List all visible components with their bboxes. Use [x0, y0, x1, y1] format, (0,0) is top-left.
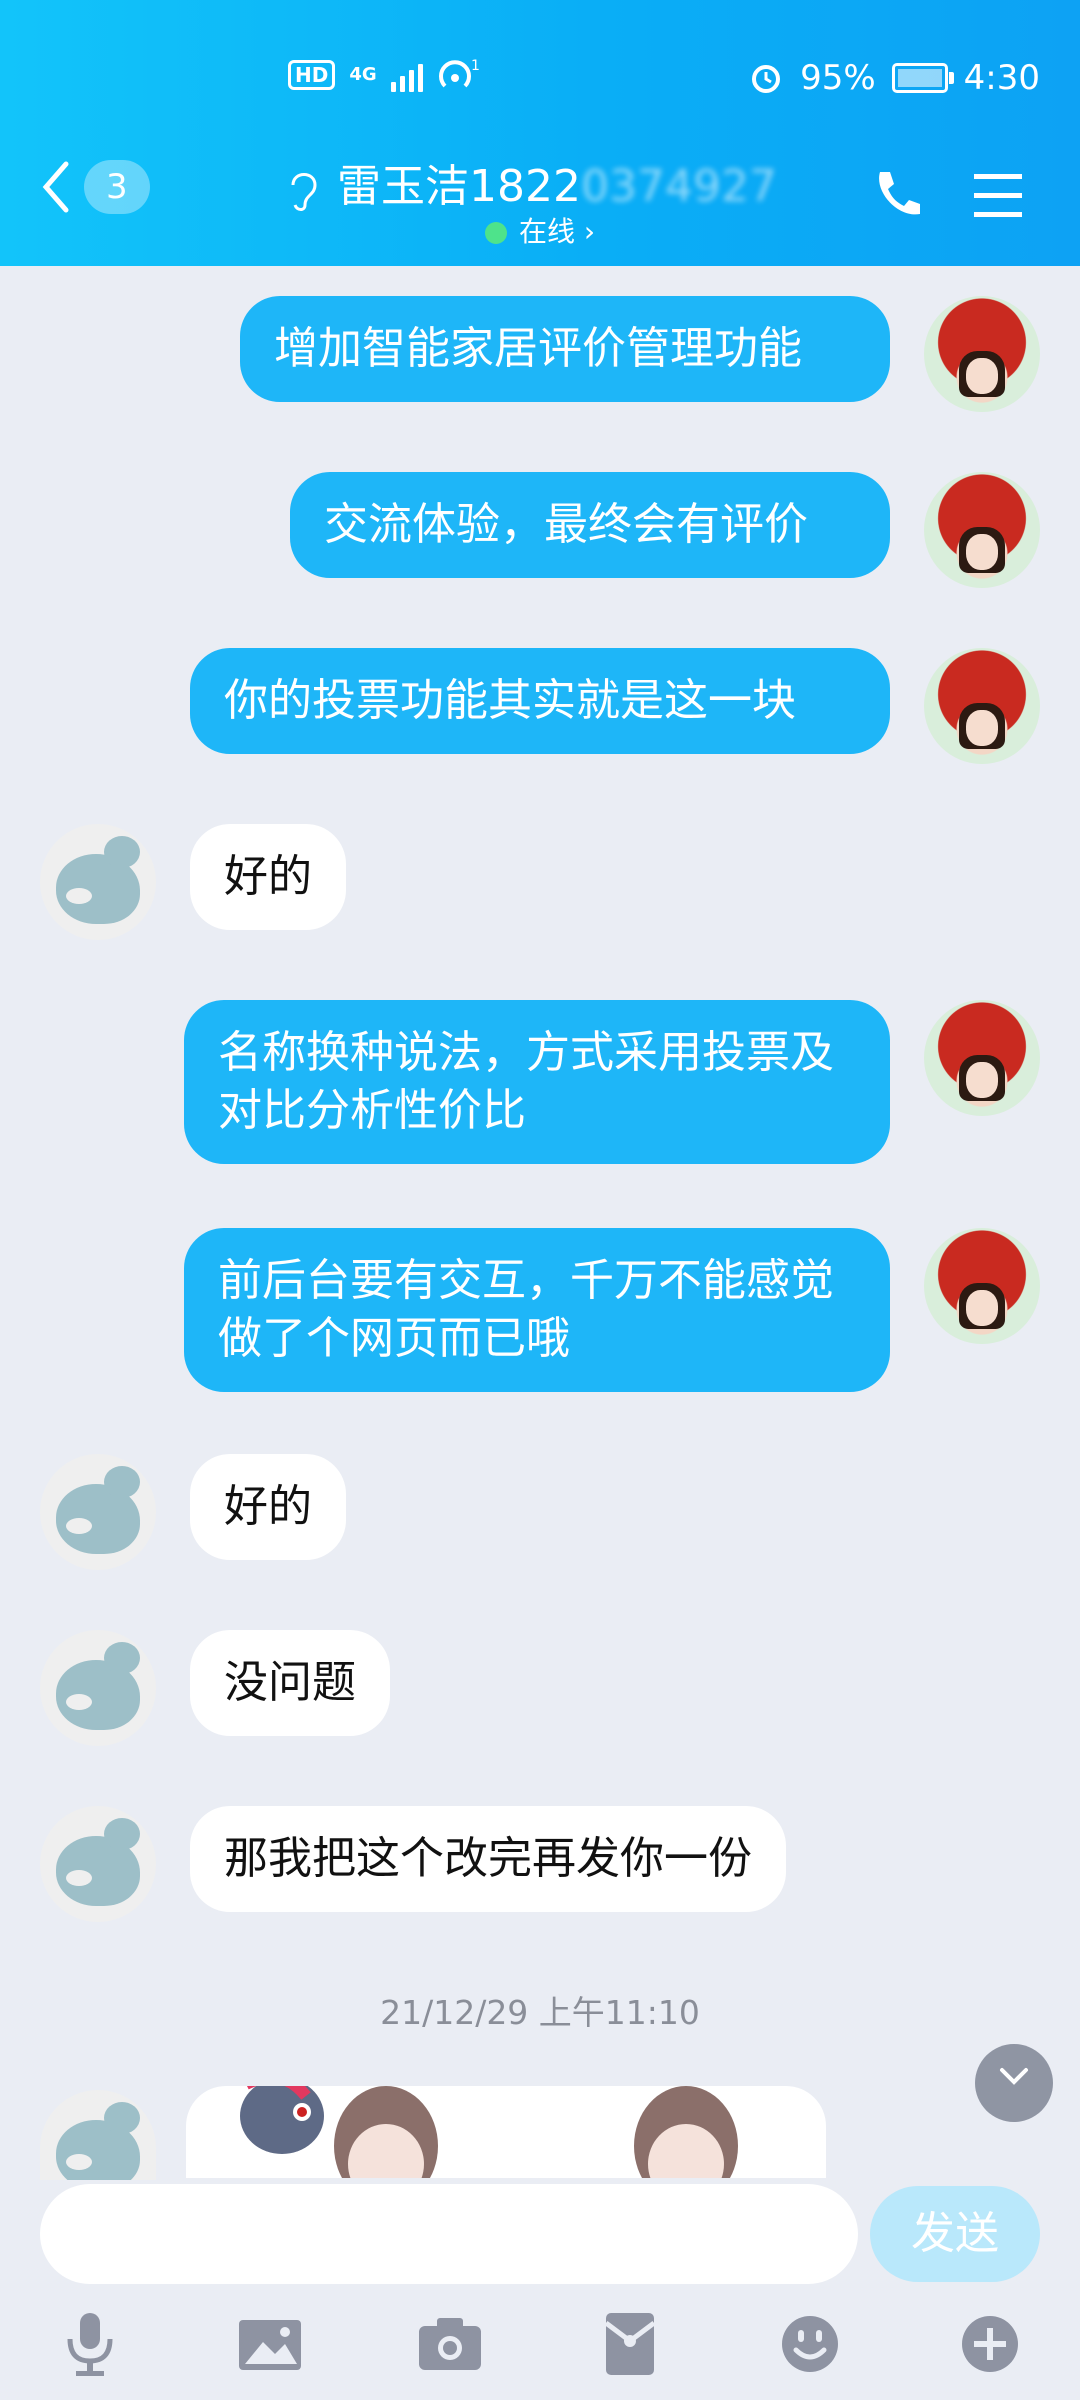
contact-avatar[interactable]	[40, 1806, 156, 1922]
network-type: 4G	[349, 64, 377, 85]
contact-name-obscured: 0374927	[581, 161, 777, 212]
message-bubble[interactable]: 交流体验，最终会有评价	[290, 472, 890, 578]
message-bubble[interactable]: 那我把这个改完再发你一份	[190, 1806, 786, 1912]
my-avatar[interactable]	[924, 648, 1040, 764]
ear-icon	[291, 173, 317, 211]
contact-avatar[interactable]	[40, 824, 156, 940]
chat-header: HD 4G 1 95% 4:30 3 雷玉洁18220374927 在线 ›	[0, 0, 1080, 266]
message-bubble[interactable]: 好的	[190, 1454, 346, 1560]
clock: 4:30	[963, 58, 1040, 98]
message-row: 前后台要有交互，千万不能感觉做了个网页而已哦	[0, 1228, 1080, 1398]
contact-name: 雷玉洁1822	[337, 161, 581, 212]
message-bubble[interactable]: 前后台要有交互，千万不能感觉做了个网页而已哦	[184, 1228, 890, 1392]
message-bubble[interactable]: 没问题	[190, 1630, 390, 1736]
contact-avatar[interactable]	[40, 1630, 156, 1746]
my-avatar[interactable]	[924, 1228, 1040, 1344]
battery-icon	[891, 63, 954, 93]
microphone-icon[interactable]	[50, 2304, 130, 2384]
image-icon[interactable]	[230, 2304, 310, 2384]
message-row: 交流体验，最终会有评价	[0, 472, 1080, 592]
message-row: 那我把这个改完再发你一份	[0, 1806, 1080, 1926]
message-bubble[interactable]: 好的	[190, 824, 346, 930]
contact-avatar[interactable]	[40, 1454, 156, 1570]
message-timestamp: 21/12/29 上午11:10	[380, 1993, 700, 2032]
red-packet-icon[interactable]	[590, 2304, 670, 2384]
svg-text:1: 1	[471, 58, 480, 74]
menu-icon[interactable]	[970, 170, 1026, 222]
hd-indicator: HD	[288, 60, 336, 90]
hotspot-icon: 1	[438, 58, 480, 88]
message-row: 增加智能家居评价管理功能	[0, 296, 1080, 416]
message-row: 好的	[0, 824, 1080, 944]
chevron-down-icon	[1000, 2068, 1028, 2085]
input-bar: 发送	[0, 2180, 1080, 2400]
plus-icon[interactable]	[950, 2304, 1030, 2384]
nav-bar: 3 雷玉洁18220374927 在线 ›	[0, 150, 1080, 260]
message-input[interactable]	[40, 2184, 858, 2284]
signal-icon	[390, 58, 423, 92]
emoji-icon[interactable]	[770, 2304, 850, 2384]
send-button[interactable]: 发送	[870, 2186, 1040, 2282]
my-avatar[interactable]	[924, 1000, 1040, 1116]
message-bubble[interactable]: 你的投票功能其实就是这一块	[190, 648, 890, 754]
message-bubble[interactable]: 增加智能家居评价管理功能	[240, 296, 890, 402]
alarm-icon	[752, 65, 781, 93]
online-dot-icon	[484, 222, 507, 244]
battery-percent: 95%	[800, 58, 876, 98]
sticker-image	[240, 2071, 738, 2206]
message-bubble[interactable]: 名称换种说法，方式采用投票及对比分析性价比	[184, 1000, 890, 1164]
back-button[interactable]: 3	[40, 160, 150, 214]
contact-avatar[interactable]	[40, 2090, 156, 2180]
unread-count-badge: 3	[84, 160, 150, 214]
message-row: 没问题	[0, 1630, 1080, 1750]
scroll-to-bottom-button[interactable]	[975, 2044, 1053, 2122]
message-row: 你的投票功能其实就是这一块	[0, 648, 1080, 768]
phone-icon[interactable]	[868, 166, 924, 222]
camera-icon[interactable]	[410, 2304, 490, 2384]
chevron-left-icon	[42, 161, 69, 213]
my-avatar[interactable]	[924, 472, 1040, 588]
toolbar	[0, 2304, 1080, 2394]
my-avatar[interactable]	[924, 296, 1040, 412]
status-bar: HD 4G 1 95% 4:30	[0, 50, 1080, 110]
sticker-message[interactable]	[186, 2071, 826, 2206]
message-row: 名称换种说法，方式采用投票及对比分析性价比	[0, 1000, 1080, 1170]
message-row: 好的	[0, 1454, 1080, 1574]
contact-title[interactable]: 雷玉洁18220374927	[260, 150, 800, 214]
